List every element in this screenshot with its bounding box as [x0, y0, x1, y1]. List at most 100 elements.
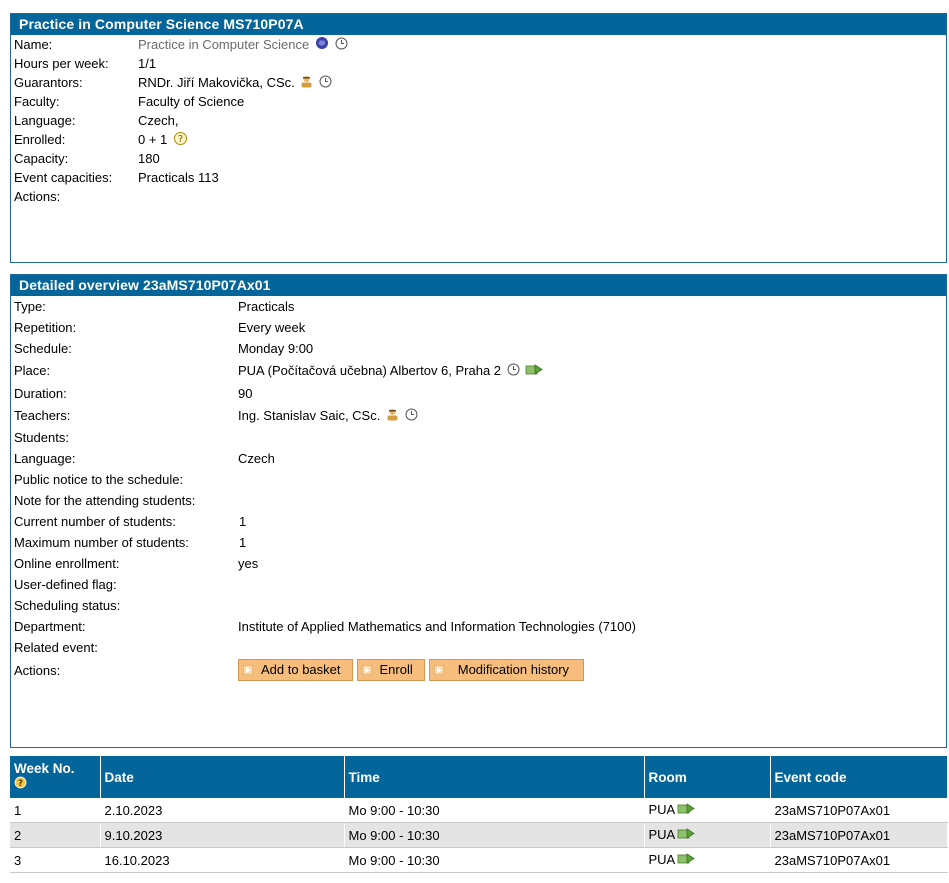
label-language: Language: — [14, 113, 76, 128]
label-department: Department: — [14, 619, 86, 634]
label-note: Note for the attending students: — [14, 493, 196, 508]
svg-text:?: ? — [178, 134, 183, 145]
svg-text:?: ? — [18, 779, 23, 789]
room-link[interactable]: PUA — [649, 802, 676, 817]
label-actions: Actions: — [14, 189, 61, 204]
label-scheduling-status: Scheduling status: — [14, 598, 121, 613]
cell-time: Mo 9:00 - 10:30 — [344, 822, 645, 848]
course-row-event-capacities: Event capacities: Practicals 113 — [11, 168, 946, 187]
room-link[interactable]: PUA — [649, 852, 676, 867]
clock-icon[interactable] — [507, 360, 520, 384]
course-header: Practice in Computer Science MS710P07A — [11, 14, 946, 35]
detail-row-department: Department: Institute of Applied Mathema… — [11, 616, 946, 637]
label-language: Language: — [14, 451, 76, 466]
map-arrow-icon[interactable] — [677, 802, 695, 818]
label-name: Name: — [14, 37, 53, 52]
col-event-code[interactable]: Event code — [770, 756, 948, 798]
value-hours: 1/1 — [138, 56, 157, 71]
col-room[interactable]: Room — [644, 756, 771, 798]
cell-time: Mo 9:00 - 10:30 — [344, 847, 645, 873]
course-row-guarantors: Guarantors: RNDr. Jiří Makovička, CSc. — [11, 73, 946, 92]
add-to-basket-button[interactable]: Add to basket — [238, 659, 353, 681]
play-triangle-icon — [243, 665, 253, 675]
detail-row-user-flag: User-defined flag: — [11, 574, 946, 595]
cell-room: PUA — [644, 847, 771, 873]
map-arrow-icon[interactable] — [677, 852, 695, 868]
action-buttons: Add to basket Enroll Modification histor… — [238, 659, 585, 681]
person-icon[interactable] — [386, 405, 399, 428]
cell-event-code: 23aMS710P07Ax01 — [770, 822, 948, 848]
label-hours: Hours per week: — [14, 56, 109, 71]
help-icon[interactable]: ? — [173, 131, 188, 151]
cell-date: 9.10.2023 — [100, 822, 345, 848]
cell-event-code: 23aMS710P07Ax01 — [770, 847, 948, 873]
detail-panel: Detailed overview 23aMS710P07Ax01 Type: … — [10, 274, 947, 748]
detail-row-actions: Actions: Add to basket Enroll Modificati… — [11, 658, 946, 684]
col-date[interactable]: Date — [100, 756, 345, 798]
label-repetition: Repetition: — [14, 320, 77, 335]
cell-date: 2.10.2023 — [100, 798, 345, 823]
detail-row-current-students: Current number of students: 1 — [11, 511, 946, 532]
col-time[interactable]: Time — [344, 756, 645, 798]
cell-time: Mo 9:00 - 10:30 — [344, 798, 645, 823]
label-duration: Duration: — [14, 386, 67, 401]
person-icon[interactable] — [300, 74, 313, 93]
label-capacity: Capacity: — [14, 151, 69, 166]
course-row-actions: Actions: — [11, 187, 946, 206]
value-language: Czech — [238, 451, 275, 466]
col-week-no[interactable]: Week No. ? — [10, 756, 101, 798]
detail-row-repetition: Repetition: Every week — [11, 317, 946, 338]
cell-week: 1 — [10, 798, 101, 823]
course-panel: Practice in Computer Science MS710P07A N… — [10, 13, 947, 263]
modification-history-button[interactable]: Modification history — [428, 659, 585, 681]
course-row-hours: Hours per week: 1/1 — [11, 54, 946, 73]
value-max-students: 1 — [239, 535, 247, 550]
detail-row-language: Language: Czech — [11, 448, 946, 469]
help-icon[interactable]: ? — [14, 776, 27, 792]
map-arrow-icon[interactable] — [677, 827, 695, 843]
label-faculty: Faculty: — [14, 94, 60, 109]
play-triangle-icon — [433, 665, 444, 675]
value-repetition: Every week — [238, 320, 306, 335]
label-students: Students: — [14, 430, 69, 445]
label-public-notice: Public notice to the schedule: — [14, 472, 184, 487]
label-online-enrollment: Online enrollment: — [14, 556, 120, 571]
weeks-header-row: Week No. ? Date Time Room Event code — [10, 756, 948, 798]
label-teachers: Teachers: — [14, 408, 71, 423]
clock-icon[interactable] — [319, 74, 332, 93]
clock-icon[interactable] — [405, 405, 418, 428]
cell-room: PUA — [644, 822, 771, 848]
label-related-event: Related event: — [14, 640, 98, 655]
course-row-language: Language: Czech, — [11, 111, 946, 130]
value-department: Institute of Applied Mathematics and Inf… — [238, 619, 636, 634]
detail-row-related-event: Related event: — [11, 637, 946, 658]
modification-history-label: Modification history — [457, 662, 570, 677]
detail-row-teachers: Teachers: Ing. Stanislav Saic, CSc. — [11, 404, 946, 427]
room-link[interactable]: PUA — [649, 827, 676, 842]
detail-row-schedule: Schedule: Monday 9:00 — [11, 338, 946, 359]
cell-date: 16.10.2023 — [100, 847, 345, 873]
enroll-button[interactable]: Enroll — [356, 659, 425, 681]
course-name-link[interactable]: Practice in Computer Science — [138, 37, 309, 52]
value-current-students: 1 — [239, 514, 247, 529]
detail-row-type: Type: Practicals — [11, 296, 946, 317]
detail-row-scheduling-status: Scheduling status: — [11, 595, 946, 616]
value-capacity: 180 — [138, 151, 160, 166]
cell-week: 3 — [10, 847, 101, 873]
brain-icon[interactable] — [315, 36, 329, 55]
clock-icon[interactable] — [335, 36, 348, 55]
value-event-capacities: Practicals 113 — [138, 170, 219, 185]
course-row-faculty: Faculty: Faculty of Science — [11, 92, 946, 111]
value-teachers: Ing. Stanislav Saic, CSc. — [238, 408, 381, 423]
course-row-capacity: Capacity: 180 — [11, 149, 946, 168]
detail-row-duration: Duration: 90 — [11, 383, 946, 404]
label-guarantors: Guarantors: — [14, 75, 83, 90]
value-enrolled: 0 + 1 — [138, 132, 168, 147]
detail-row-note: Note for the attending students: — [11, 490, 946, 511]
value-language: Czech, — [138, 113, 179, 128]
label-max-students: Maximum number of students: — [14, 535, 189, 550]
value-type: Practicals — [238, 299, 295, 314]
label-type: Type: — [14, 299, 46, 314]
map-arrow-icon[interactable] — [525, 360, 544, 384]
guarantor-name: RNDr. Jiří Makovička, CSc. — [138, 75, 295, 90]
